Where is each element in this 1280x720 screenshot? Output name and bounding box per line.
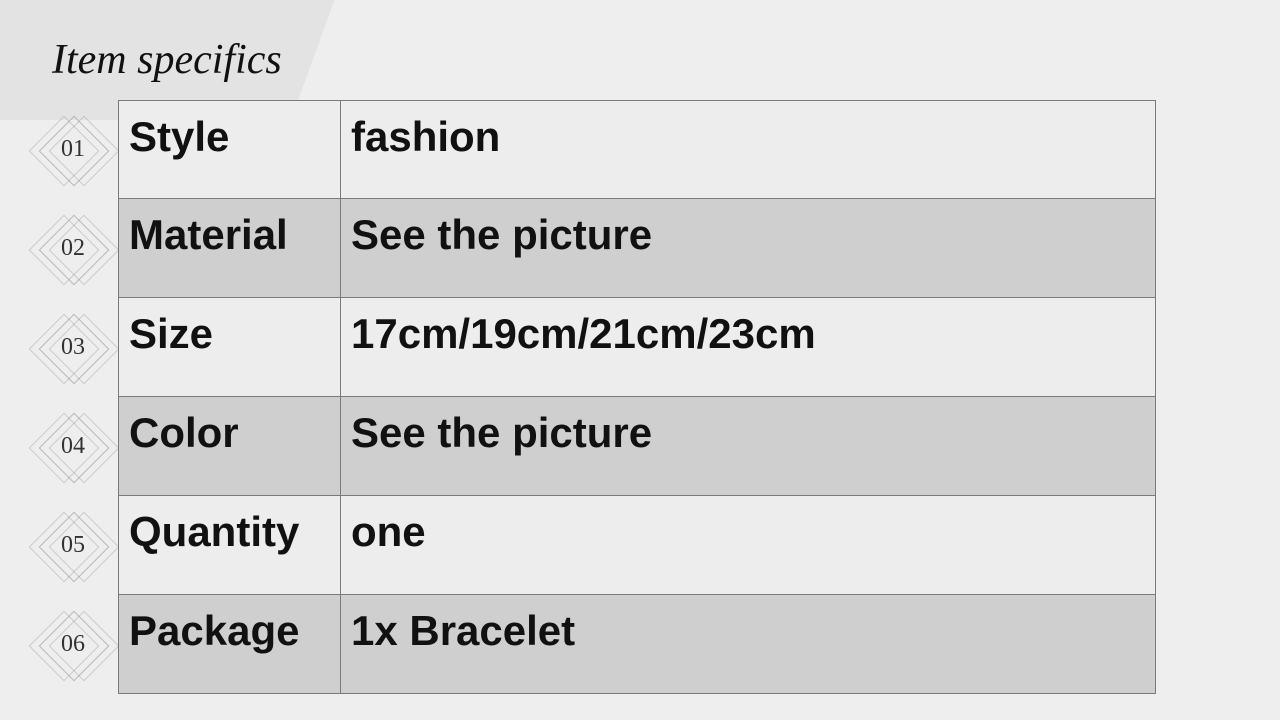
section-title: Item specifics (52, 36, 282, 84)
row-index-decor: 06 (28, 595, 118, 694)
row-index: 04 (37, 411, 109, 483)
table-row: 02 Material See the picture (28, 199, 1156, 298)
table-row: 06 Package 1x Bracelet (28, 595, 1156, 694)
spec-value: See the picture (340, 397, 1156, 496)
spec-label: Package (118, 595, 340, 694)
row-index-decor: 01 (28, 100, 118, 199)
item-specifics-table: 01 Style fashion 02 Material See the pic… (28, 100, 1156, 694)
row-index-decor: 05 (28, 496, 118, 595)
spec-value: 17cm/19cm/21cm/23cm (340, 298, 1156, 397)
row-index: 01 (37, 114, 109, 186)
spec-label: Material (118, 199, 340, 298)
spec-label: Quantity (118, 496, 340, 595)
row-index: 03 (37, 312, 109, 384)
table-row: 05 Quantity one (28, 496, 1156, 595)
row-index-decor: 02 (28, 199, 118, 298)
table-row: 03 Size 17cm/19cm/21cm/23cm (28, 298, 1156, 397)
spec-label: Size (118, 298, 340, 397)
spec-label: Style (118, 100, 340, 199)
table-row: 04 Color See the picture (28, 397, 1156, 496)
spec-value: one (340, 496, 1156, 595)
spec-label: Color (118, 397, 340, 496)
row-index: 05 (37, 510, 109, 582)
spec-value: fashion (340, 100, 1156, 199)
row-index-decor: 03 (28, 298, 118, 397)
table-row: 01 Style fashion (28, 100, 1156, 199)
row-index-decor: 04 (28, 397, 118, 496)
row-index: 06 (37, 609, 109, 681)
row-index: 02 (37, 213, 109, 285)
spec-value: 1x Bracelet (340, 595, 1156, 694)
spec-value: See the picture (340, 199, 1156, 298)
